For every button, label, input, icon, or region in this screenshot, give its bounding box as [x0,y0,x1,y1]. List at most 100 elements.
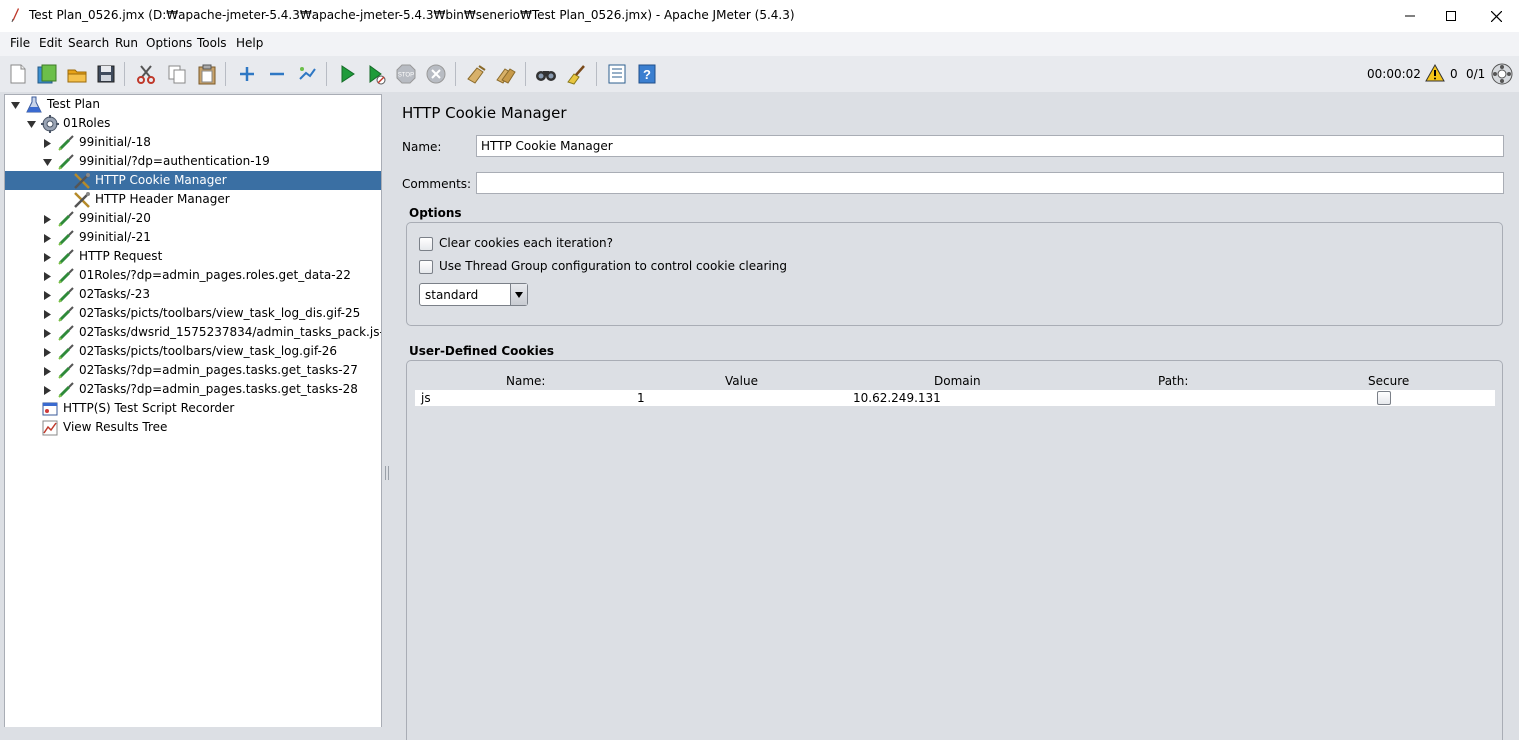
pipette-icon [57,362,75,380]
cookie-policy-value: standard [425,288,479,302]
tree-node[interactable]: 02Tasks/picts/toolbars/view_task_log_dis… [5,304,381,323]
caret-right-icon[interactable] [43,251,52,262]
tree-node[interactable]: View Results Tree [5,418,381,437]
copy-icon[interactable] [166,63,188,85]
clear-icon[interactable] [465,63,487,85]
stop-icon[interactable]: STOP [395,63,417,85]
menu-tools[interactable]: Tools [197,36,227,50]
cookie-domain-cell[interactable]: 10.62.249.131 [853,391,941,405]
tree-node-label: 02Tasks/dwsrid_1575237834/admin_tasks_pa… [79,325,382,339]
tree-node-label: 01Roles/?dp=admin_pages.roles.get_data-2… [79,268,351,282]
caret-down-icon[interactable] [11,99,20,109]
menu-run[interactable]: Run [115,36,138,50]
comments-field[interactable] [476,172,1504,194]
tree-node[interactable]: 02Tasks/?dp=admin_pages.tasks.get_tasks-… [5,361,381,380]
caret-right-icon[interactable] [43,327,52,338]
tree-node[interactable]: 02Tasks/-23 [5,285,381,304]
cookie-secure-checkbox[interactable] [1377,391,1391,405]
column-header-secure[interactable]: Secure [1368,374,1409,388]
elapsed-timer: 00:00:02 [1367,67,1421,81]
caret-right-icon[interactable] [43,308,52,319]
tree-node[interactable]: 99initial/-18 [5,133,381,152]
new-icon[interactable] [7,63,29,85]
open-icon[interactable] [66,63,88,85]
tree-node-label: 99initial/?dp=authentication-19 [79,154,270,168]
start-icon[interactable] [336,63,358,85]
jmeter-feather-icon [11,8,19,23]
pane-splitter[interactable] [382,94,390,726]
caret-right-icon[interactable] [43,270,52,281]
function-helper-icon[interactable] [606,63,628,85]
tree-node[interactable]: 02Tasks/dwsrid_1575237834/admin_tasks_pa… [5,323,381,342]
dropdown-button[interactable] [510,284,527,305]
reset-search-icon[interactable] [565,63,587,85]
paste-icon[interactable] [196,63,218,85]
cookie-name-cell[interactable]: js [421,391,431,405]
caret-down-icon[interactable] [43,156,52,166]
caret-right-icon[interactable] [43,289,52,300]
menu-edit[interactable]: Edit [39,36,62,50]
tree-node[interactable]: 99initial/-20 [5,209,381,228]
maximize-button[interactable] [1428,0,1474,32]
tree-node[interactable]: 01Roles [5,114,381,133]
caret-right-icon[interactable] [43,137,52,148]
column-header-domain[interactable]: Domain [934,374,981,388]
tree-node-label: HTTP Cookie Manager [95,173,227,187]
column-header-value[interactable]: Value [725,374,758,388]
svg-text:STOP: STOP [398,73,414,79]
menu-search[interactable]: Search [68,36,109,50]
tree-node[interactable]: 02Tasks/?dp=admin_pages.tasks.get_tasks-… [5,380,381,399]
help-icon[interactable]: ? [636,63,658,85]
caret-down-icon[interactable] [27,118,36,128]
thread-group-checkbox[interactable] [419,260,433,274]
toggle-icon[interactable] [296,63,318,85]
tree-node[interactable]: 99initial/-21 [5,228,381,247]
panel-title: HTTP Cookie Manager [402,104,567,122]
cut-icon[interactable] [135,63,157,85]
clear-cookies-checkbox[interactable] [419,237,433,251]
menu-help[interactable]: Help [236,36,263,50]
cookie-value-cell[interactable]: 1 [637,391,645,405]
tree-node[interactable]: HTTP Header Manager [5,190,381,209]
caret-right-icon[interactable] [43,232,52,243]
splitter-grip[interactable] [385,466,389,480]
wrench-icon [73,172,91,190]
clear-all-icon[interactable] [495,63,517,85]
tree-node[interactable]: 02Tasks/picts/toolbars/view_task_log.gif… [5,342,381,361]
templates-icon[interactable] [36,63,58,85]
tree-node-label: 02Tasks/picts/toolbars/view_task_log.gif… [79,344,338,358]
tree-node-label: 99initial/-21 [79,230,151,244]
caret-right-icon[interactable] [43,213,52,224]
tree-node[interactable]: 01Roles/?dp=admin_pages.roles.get_data-2… [5,266,381,285]
caret-right-icon[interactable] [43,346,52,357]
tree-node[interactable]: 99initial/?dp=authentication-19 [5,152,381,171]
table-row[interactable]: js 1 10.62.249.131 [415,390,1495,406]
caret-right-icon[interactable] [43,365,52,376]
search-icon[interactable] [535,63,557,85]
thread-group-label: Use Thread Group configuration to contro… [439,259,787,273]
remote-status-icon[interactable] [1491,63,1513,85]
start-no-pauses-icon[interactable] [365,63,387,85]
tree-node[interactable]: HTTP Request [5,247,381,266]
menu-file[interactable]: File [10,36,30,50]
column-header-path[interactable]: Path: [1158,374,1188,388]
save-icon[interactable] [95,63,117,85]
tree-node[interactable]: HTTP Cookie Manager [5,171,381,190]
name-field[interactable] [476,135,1504,157]
column-header-name[interactable]: Name: [506,374,545,388]
shutdown-icon[interactable] [425,63,447,85]
caret-right-icon[interactable] [43,384,52,395]
pipette-icon [57,153,75,171]
collapse-icon[interactable] [266,63,288,85]
cookie-policy-select[interactable]: standard [419,283,528,306]
test-plan-tree[interactable]: Test Plan 01Roles 99initial/-18 99initial/?… [4,94,382,727]
close-button[interactable] [1473,0,1519,32]
tree-node[interactable]: Test Plan [5,95,381,114]
warning-icon[interactable] [1425,64,1445,82]
warning-count: 0 [1450,67,1458,81]
tree-node[interactable]: HTTP(S) Test Script Recorder [5,399,381,418]
minimize-button[interactable] [1387,0,1433,32]
menu-options[interactable]: Options [146,36,192,50]
expand-icon[interactable] [236,63,258,85]
pipette-icon [57,343,75,361]
